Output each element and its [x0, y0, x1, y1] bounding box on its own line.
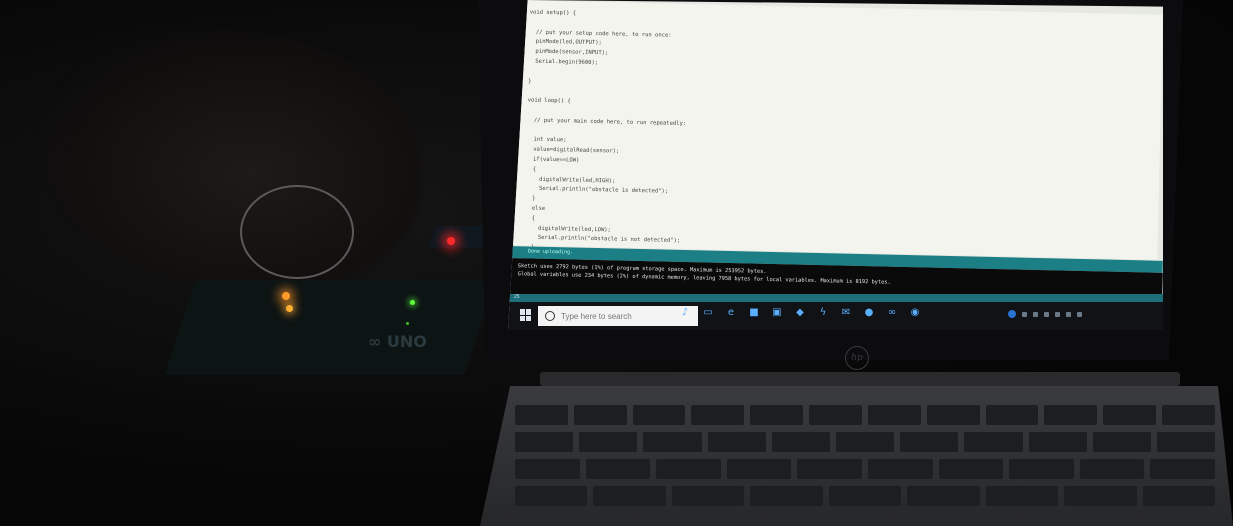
keyboard [515, 405, 1216, 526]
edge-icon[interactable]: e [726, 308, 736, 318]
taskbar-pinned-apps: ♪ ▭ e ■ ▣ ◆ ϟ ✉ ● ∞ ◉ [680, 308, 920, 318]
laptop-hinge [540, 372, 1180, 386]
hp-logo: hp [845, 346, 869, 370]
line-number: 25 [514, 294, 520, 300]
task-view-icon[interactable]: ▭ [703, 308, 713, 318]
store-icon[interactable]: ▣ [772, 308, 782, 318]
taskbar-search-box[interactable]: Type here to search [538, 306, 698, 326]
windows-start-icon[interactable] [520, 309, 532, 321]
sketch-code[interactable]: void setup() { // put your setup code he… [525, 8, 1150, 261]
tx-led [286, 305, 293, 312]
help-icon[interactable] [1008, 310, 1016, 318]
dropbox-icon[interactable]: ◆ [795, 308, 805, 318]
arduino-board [164, 280, 496, 375]
chrome-icon[interactable]: ● [864, 308, 874, 318]
laptop-screen: void setup() { // put your setup code he… [508, 0, 1163, 330]
ide-footer: 25 [508, 294, 1163, 302]
cortana-icon [545, 311, 555, 321]
power-led [282, 292, 290, 300]
on-led [410, 300, 415, 305]
chevron-up-icon[interactable] [1033, 311, 1038, 317]
lightning-icon[interactable]: ϟ [818, 308, 828, 318]
system-tray [1008, 310, 1082, 318]
python-icon[interactable]: ◉ [910, 308, 920, 318]
notification-icon[interactable] [1077, 311, 1082, 317]
arduino-icon[interactable]: ∞ [887, 308, 897, 318]
microphone-icon[interactable]: ♪ [680, 308, 690, 318]
status-led [406, 322, 409, 325]
windows-taskbar: Type here to search ♪ ▭ e ■ ▣ ◆ ϟ ✉ ● ∞ ◉ [508, 302, 1163, 330]
pen-icon[interactable] [1022, 311, 1027, 317]
volume-icon[interactable] [1055, 311, 1060, 317]
arduino-logo: ∞ UNO [368, 332, 427, 351]
network-icon[interactable] [1044, 311, 1049, 317]
mail-icon[interactable]: ✉ [841, 308, 851, 318]
clock[interactable] [1066, 311, 1071, 317]
usb-cable [240, 185, 354, 279]
code-editor[interactable]: void setup() { // put your setup code he… [508, 0, 1163, 261]
upload-status: Done uploading. [527, 248, 574, 256]
file-explorer-icon[interactable]: ■ [749, 308, 759, 318]
search-placeholder: Type here to search [561, 311, 632, 321]
sensor-red-led [447, 237, 455, 245]
